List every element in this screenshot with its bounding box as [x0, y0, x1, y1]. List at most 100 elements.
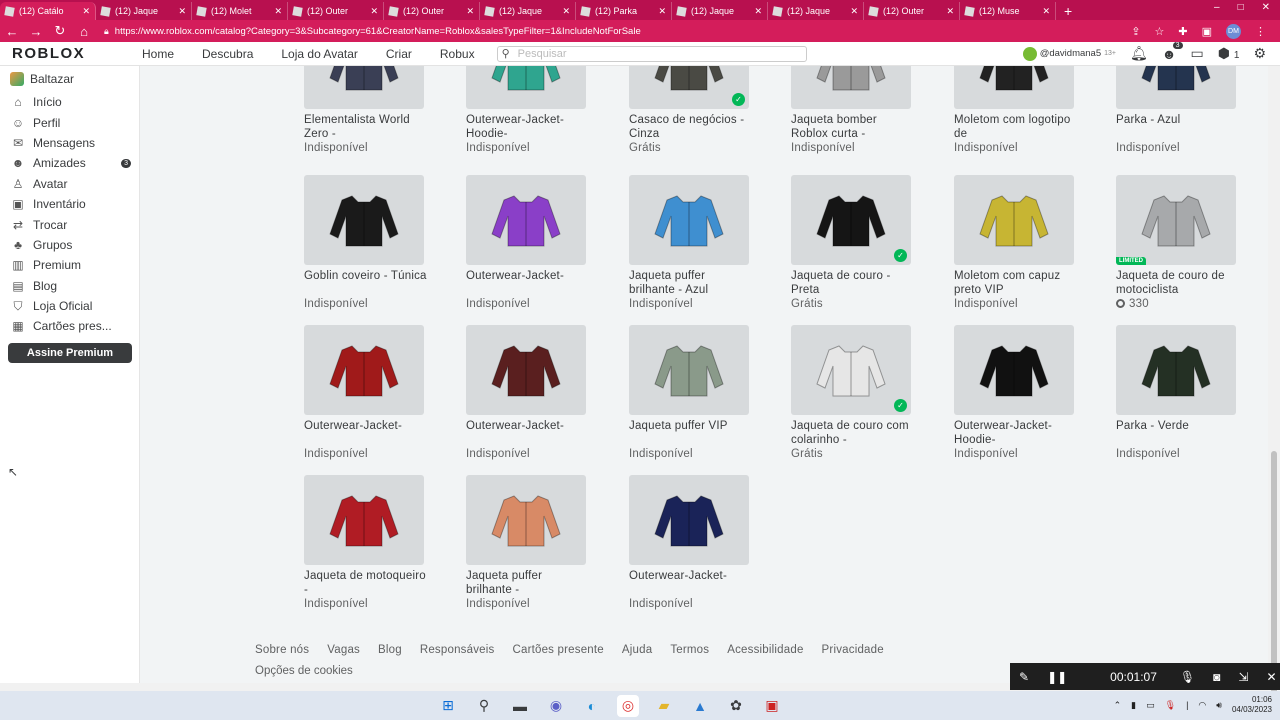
item-thumbnail[interactable]: [954, 66, 1074, 109]
item-name[interactable]: Parka - Azul: [1116, 113, 1241, 141]
wifi-icon[interactable]: ◠: [1198, 700, 1206, 711]
item-name[interactable]: Casaco de negócios - Cinza: [629, 113, 754, 141]
collapse-icon[interactable]: ⇲: [1238, 670, 1248, 684]
share-icon[interactable]: ⇪: [1131, 25, 1140, 38]
windows-start-icon[interactable]: ⊞: [437, 695, 459, 717]
item-name[interactable]: Jaqueta de motoqueiro -: [304, 569, 429, 597]
sidebar-item[interactable]: ▣ Inventário: [0, 194, 139, 214]
item-name[interactable]: Parka - Verde: [1116, 419, 1241, 447]
catalog-item-card[interactable]: Moletom com capuz preto VIP Indisponível: [954, 175, 1079, 310]
sidebar-item[interactable]: ▦ Cartões pres...: [0, 316, 139, 336]
footer-link[interactable]: Acessibilidade: [727, 644, 803, 656]
tray-mic-icon[interactable]: 🎙︎: [1165, 700, 1176, 711]
nav-robux[interactable]: Robux: [440, 47, 475, 61]
catalog-item-card[interactable]: Outerwear-Jacket- Indisponível: [466, 325, 591, 460]
nav-home[interactable]: Home: [142, 47, 174, 61]
browser-tab[interactable]: (12) Catálo ✕: [0, 2, 96, 20]
pause-icon[interactable]: ❚❚: [1047, 670, 1067, 684]
url-field[interactable]: 🔒︎ https://www.roblox.com/catalog?Catego…: [104, 26, 1131, 37]
catalog-item-card[interactable]: Parka - Azul Indisponível: [1116, 66, 1241, 154]
item-name[interactable]: Elementalista World Zero -: [304, 113, 429, 141]
tray-chevron-icon[interactable]: ⌃: [1114, 700, 1122, 711]
recorder-app-icon[interactable]: ▣: [761, 695, 783, 717]
file-explorer-icon[interactable]: ▰: [653, 695, 675, 717]
sidebar-item[interactable]: ☺ Perfil: [0, 112, 139, 132]
catalog-item-card[interactable]: Parka - Verde Indisponível: [1116, 325, 1241, 460]
item-thumbnail[interactable]: [466, 475, 586, 565]
tab-close-icon[interactable]: ✕: [850, 6, 858, 17]
reload-icon[interactable]: ↻: [48, 23, 72, 39]
item-thumbnail[interactable]: [629, 475, 749, 565]
item-thumbnail[interactable]: [304, 66, 424, 109]
menu-dots-icon[interactable]: ⋮: [1255, 25, 1266, 38]
sidebar-item[interactable]: ♣ Grupos: [0, 235, 139, 255]
item-thumbnail[interactable]: ✓: [791, 175, 911, 265]
tray-keyboard-icon[interactable]: ▭: [1146, 700, 1155, 711]
footer-link[interactable]: Privacidade: [822, 644, 884, 656]
catalog-item-card[interactable]: LIMITED Jaqueta de couro de motociclista 3…: [1116, 175, 1241, 310]
catalog-item-card[interactable]: Elementalista World Zero - Indisponível: [304, 66, 429, 154]
home-browser-icon[interactable]: ⌂: [72, 24, 96, 39]
footer-link[interactable]: Responsáveis: [420, 644, 495, 656]
catalog-item-card[interactable]: ✓ Jaqueta de couro - Preta Grátis: [791, 175, 916, 310]
browser-tab[interactable]: (12) Outer ✕: [384, 2, 480, 20]
footer-cookie-options[interactable]: Opções de cookies: [255, 665, 353, 677]
sidebar-user[interactable]: Baltazar: [0, 66, 139, 92]
camera-icon[interactable]: ◙: [1213, 670, 1220, 684]
item-name[interactable]: Outerwear-Jacket-: [466, 269, 591, 297]
item-name[interactable]: Outerwear-Jacket-Hoodie-: [466, 113, 591, 141]
footer-link[interactable]: Termos: [670, 644, 709, 656]
close-recorder-icon[interactable]: ✕: [1266, 670, 1276, 684]
item-thumbnail[interactable]: [304, 325, 424, 415]
item-thumbnail[interactable]: [629, 175, 749, 265]
new-tab-button[interactable]: +: [1064, 2, 1072, 20]
browser-tab[interactable]: (12) Jaque ✕: [96, 2, 192, 20]
tray-app-icon[interactable]: ▮: [1131, 700, 1136, 711]
item-thumbnail[interactable]: [791, 66, 911, 109]
catalog-item-card[interactable]: Outerwear-Jacket- Indisponível: [304, 325, 429, 460]
catalog-item-card[interactable]: Outerwear-Jacket-Hoodie- Indisponível: [466, 66, 591, 154]
tab-close-icon[interactable]: ✕: [274, 6, 282, 17]
catalog-item-card[interactable]: ✓ Jaqueta de couro com colarinho - Grátis: [791, 325, 916, 460]
catalog-item-card[interactable]: Jaqueta puffer VIP Indisponível: [629, 325, 754, 460]
settings-gear-icon[interactable]: ⚙: [1253, 45, 1266, 62]
tab-close-icon[interactable]: ✕: [370, 6, 378, 17]
item-name[interactable]: Outerwear-Jacket-: [629, 569, 754, 597]
item-name[interactable]: Jaqueta puffer brilhante -: [466, 569, 591, 597]
vertical-scrollbar[interactable]: [1268, 66, 1280, 711]
item-thumbnail[interactable]: [466, 325, 586, 415]
footer-link[interactable]: Vagas: [327, 644, 360, 656]
maximize-button[interactable]: □: [1238, 2, 1244, 13]
item-name[interactable]: Outerwear-Jacket-Hoodie-: [954, 419, 1079, 447]
extensions-icon[interactable]: ✚: [1178, 25, 1187, 38]
item-thumbnail[interactable]: [629, 325, 749, 415]
search-input[interactable]: ⚲ Pesquisar: [496, 45, 807, 62]
item-thumbnail[interactable]: ✓: [791, 325, 911, 415]
tab-close-icon[interactable]: ✕: [946, 6, 954, 17]
item-name[interactable]: Outerwear-Jacket-: [304, 419, 429, 447]
notifications-icon[interactable]: 🔔︎: [1130, 45, 1148, 62]
pen-icon[interactable]: ✎: [1019, 670, 1029, 684]
item-name[interactable]: Jaqueta de couro com colarinho -: [791, 419, 916, 447]
tab-close-icon[interactable]: ✕: [466, 6, 474, 17]
item-name[interactable]: Jaqueta bomber Roblox curta -: [791, 113, 916, 141]
catalog-item-card[interactable]: Goblin coveiro - Túnica Indisponível: [304, 175, 429, 310]
item-name[interactable]: Jaqueta de couro - Preta: [791, 269, 916, 297]
back-icon[interactable]: ←: [0, 24, 24, 39]
nav-avatar-shop[interactable]: Loja do Avatar: [281, 47, 358, 61]
forward-icon[interactable]: →: [24, 24, 48, 39]
catalog-item-card[interactable]: Jaqueta puffer brilhante - Indisponível: [466, 475, 591, 610]
roblox-logo[interactable]: ROBLOX: [12, 45, 142, 62]
catalog-item-card[interactable]: Jaqueta de motoqueiro - Indisponível: [304, 475, 429, 610]
user-menu[interactable]: @davidmana5 13+: [1022, 46, 1116, 61]
sidebar-item[interactable]: ♙ Avatar: [0, 174, 139, 194]
catalog-item-card[interactable]: Outerwear-Jacket-Hoodie- Indisponível: [954, 325, 1079, 460]
item-name[interactable]: Jaqueta puffer VIP: [629, 419, 754, 447]
browser-tab[interactable]: (12) Muse ✕: [960, 2, 1056, 20]
footer-link[interactable]: Blog: [378, 644, 402, 656]
item-thumbnail[interactable]: [304, 175, 424, 265]
premium-button[interactable]: Assine Premium: [8, 342, 132, 363]
item-name[interactable]: Goblin coveiro - Túnica: [304, 269, 429, 297]
sidepanel-icon[interactable]: ▣: [1202, 25, 1212, 38]
tab-close-icon[interactable]: ✕: [562, 6, 570, 17]
